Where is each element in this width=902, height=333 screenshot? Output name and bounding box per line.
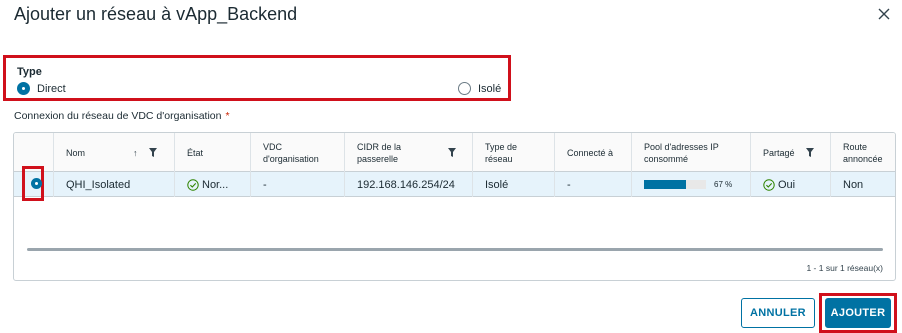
cancel-button[interactable]: ANNULER xyxy=(741,298,815,328)
type-section: Type Direct Isolé xyxy=(3,55,511,101)
network-grid: Nom ↑ État VDC d'organisation CIDR de la… xyxy=(13,132,896,281)
row-state-label: Nor... xyxy=(202,178,229,191)
header-cidr[interactable]: CIDR de la passerelle xyxy=(344,133,472,172)
filter-icon[interactable] xyxy=(448,148,456,157)
filter-icon[interactable] xyxy=(806,148,814,157)
row-network-type: Isolé xyxy=(472,172,554,197)
header-network-type-label: Type de réseau xyxy=(485,141,518,164)
radio-direct[interactable]: Direct xyxy=(17,82,66,95)
close-icon[interactable] xyxy=(876,6,892,22)
status-ok-icon xyxy=(187,178,199,191)
dialog-title: Ajouter un réseau à vApp_Backend xyxy=(14,4,298,24)
horizontal-scrollbar[interactable] xyxy=(27,248,883,251)
header-vdc-label: VDC d'organisation xyxy=(263,141,319,164)
row-route: Non xyxy=(830,172,895,197)
add-button[interactable]: AJOUTER xyxy=(825,298,891,328)
row-state: Nor... xyxy=(174,172,250,197)
row-shared-label: Oui xyxy=(778,178,796,191)
row-name: QHI_Isolated xyxy=(53,172,174,197)
header-shared[interactable]: Partagé xyxy=(750,133,830,172)
row-pool: 67 % xyxy=(631,172,750,197)
header-route-label: Route annoncée xyxy=(843,141,883,164)
pool-progress-fill xyxy=(644,180,686,189)
header-name-label: Nom xyxy=(66,147,86,158)
table-row[interactable]: QHI_Isolated Nor... - 192.168.146.254/24… xyxy=(14,172,895,197)
connection-label: Connexion du réseau de VDC d'organisatio… xyxy=(14,110,230,122)
required-marker: * xyxy=(225,110,230,122)
header-state-label: État xyxy=(187,147,204,158)
header-state[interactable]: État xyxy=(174,133,250,172)
pool-percent: 67 % xyxy=(714,180,733,189)
radio-isole-label: Isolé xyxy=(478,82,502,95)
row-vdc: - xyxy=(250,172,344,197)
header-network-type[interactable]: Type de réseau xyxy=(472,133,554,172)
grid-header: Nom ↑ État VDC d'organisation CIDR de la… xyxy=(14,133,895,172)
connection-label-text: Connexion du réseau de VDC d'organisatio… xyxy=(14,110,222,122)
radio-isole[interactable]: Isolé xyxy=(458,82,501,95)
grid-footer: 1 - 1 sur 1 réseau(x) xyxy=(806,263,883,273)
header-connected-to-label: Connecté à xyxy=(567,147,614,158)
add-button-highlight: AJOUTER xyxy=(819,293,897,333)
header-route[interactable]: Route annoncée xyxy=(830,133,895,172)
header-shared-label: Partagé xyxy=(763,147,795,158)
header-vdc[interactable]: VDC d'organisation xyxy=(250,133,344,172)
row-cidr: 192.168.146.254/24 xyxy=(344,172,472,197)
row-connected-to: - xyxy=(554,172,631,197)
shared-check-icon xyxy=(763,178,775,191)
row-shared: Oui xyxy=(750,172,830,197)
header-pool-label: Pool d'adresses IP consommé xyxy=(644,141,719,164)
row-select-highlight xyxy=(22,166,44,201)
row-radio-icon[interactable] xyxy=(31,178,42,189)
radio-unchecked-icon[interactable] xyxy=(458,82,471,95)
sort-arrow-up-icon[interactable]: ↑ xyxy=(133,147,138,159)
header-pool[interactable]: Pool d'adresses IP consommé xyxy=(631,133,750,172)
header-name[interactable]: Nom ↑ xyxy=(53,133,174,172)
type-label: Type xyxy=(17,66,42,78)
pool-progress-bar xyxy=(644,180,706,189)
header-connected-to[interactable]: Connecté à xyxy=(554,133,631,172)
header-cidr-label: CIDR de la passerelle xyxy=(357,141,402,164)
radio-checked-icon[interactable] xyxy=(17,82,30,95)
radio-direct-label: Direct xyxy=(37,82,66,95)
filter-icon[interactable] xyxy=(149,148,157,157)
